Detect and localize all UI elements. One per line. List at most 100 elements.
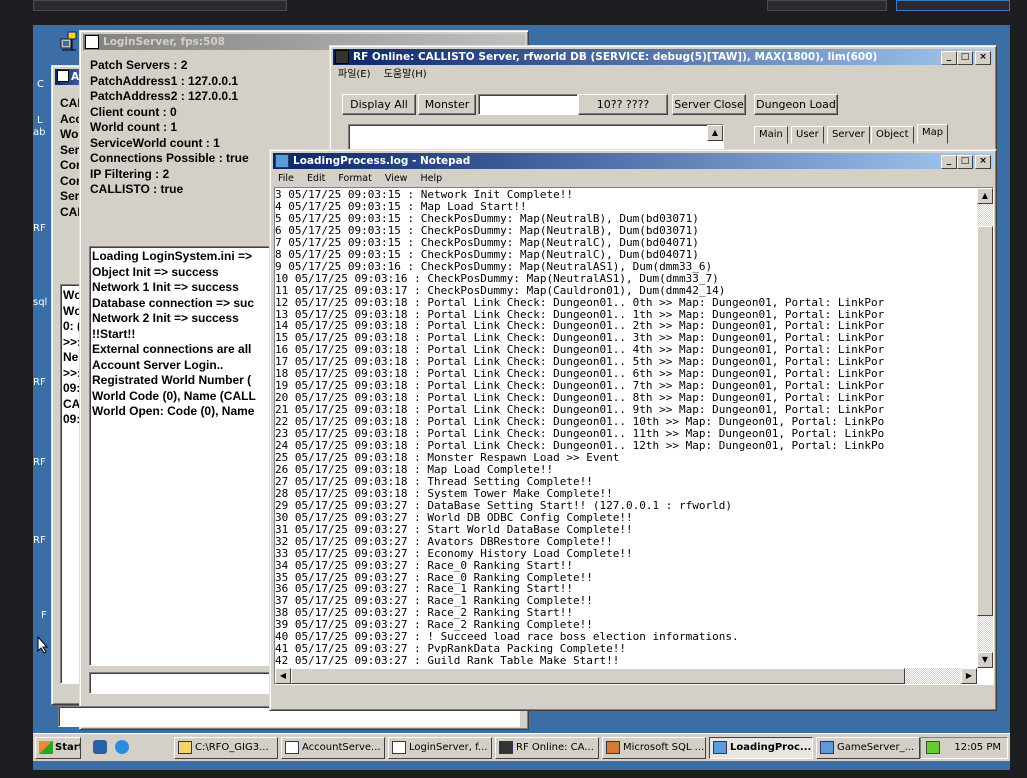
log-line: External connections are all: [92, 342, 252, 356]
rf-app-icon: [335, 50, 349, 64]
browser-icon[interactable]: [115, 740, 129, 754]
task-login-server[interactable]: LoginServer, f...: [388, 737, 492, 759]
dungeon-load-button[interactable]: Dungeon Load: [754, 94, 838, 115]
login-server-log[interactable]: Loading LoginSystem.ini => Object Init =…: [89, 246, 289, 666]
notepad-icon: [275, 154, 289, 168]
tab-main[interactable]: Main: [754, 126, 788, 144]
clock[interactable]: 12:05 PM: [954, 742, 1001, 753]
rf-app-icon: [499, 741, 513, 754]
log-line: 29 05/17/25 09:03:27 : DataBase Setting …: [275, 498, 732, 512]
task-notepad[interactable]: LoadingProc...: [709, 737, 813, 759]
start-button[interactable]: Start: [35, 737, 81, 759]
maximize-icon[interactable]: □: [957, 51, 973, 65]
task-label: RF Online: CA...: [516, 742, 594, 753]
close-icon[interactable]: ×: [975, 51, 991, 65]
info-line: IP Filtering : 2: [90, 166, 170, 181]
info-line: ServiceWorld count : 1: [90, 135, 220, 150]
tab-user[interactable]: User: [791, 126, 824, 144]
host-button-primary[interactable]: [896, 0, 1010, 11]
notepad-menu-bar: File Edit Format View Help: [273, 170, 993, 187]
tray-app-icon[interactable]: [926, 741, 940, 754]
host-button[interactable]: [767, 0, 887, 11]
log-line: Object Init => success: [92, 264, 219, 279]
desktop: C L ab RF sql RF RF RF F Ac CAL Acc Wo S…: [33, 25, 1010, 770]
log-line: Database connection => suc: [92, 295, 255, 310]
log-line: Registrated World Number (: [92, 373, 252, 387]
rf-server-title: RF Online: CALLISTO Server, rfworld DB (…: [353, 51, 878, 63]
minimize-icon[interactable]: _: [941, 51, 957, 65]
log-line: 11 05/17/25 09:03:17 : CheckPosDummy: Ma…: [275, 283, 726, 297]
tab-object[interactable]: Object: [871, 126, 914, 144]
task-label: Microsoft SQL ...: [623, 742, 705, 753]
close-icon[interactable]: ×: [975, 155, 991, 169]
task-sql-server[interactable]: Microsoft SQL ...: [602, 737, 706, 759]
desktop-icon-label[interactable]: RF: [33, 223, 46, 234]
server-close-button[interactable]: Server Close: [672, 94, 746, 115]
log-text: 3 05/17/25 09:03:15 : Network Init Compl…: [275, 189, 884, 667]
desktop-icon-label[interactable]: RF: [33, 377, 46, 388]
log-line: 34 05/17/25 09:03:27 : Race_0 Ranking St…: [275, 558, 574, 572]
log-line: World Open: Code (0), Name: [92, 404, 255, 418]
login-server-info: Patch Servers : 2 PatchAddress1 : 127.0.…: [90, 58, 249, 198]
unknown-button[interactable]: 10?? ????: [578, 94, 668, 115]
task-label: LoadingProc...: [730, 742, 812, 753]
show-desktop-icon[interactable]: [93, 740, 107, 754]
maximize-icon[interactable]: □: [957, 155, 973, 169]
log-line: 42 05/17/25 09:03:27 : Guild Rank Table …: [275, 654, 620, 668]
desktop-icon-label[interactable]: RF: [33, 535, 46, 546]
tab-map[interactable]: Map: [917, 124, 949, 144]
vertical-scrollbar[interactable]: ▲ ▼: [977, 188, 993, 668]
task-explorer[interactable]: C:\RFO_GIG3...: [174, 737, 278, 759]
start-label: Start: [55, 742, 81, 753]
command-input[interactable]: [478, 94, 578, 115]
horizontal-scrollbar[interactable]: ◀ ▶: [275, 668, 977, 684]
system-tray: 12:05 PM: [920, 737, 1008, 759]
desktop-icon-label[interactable]: L: [37, 115, 43, 126]
task-account-server[interactable]: AccountServe...: [281, 737, 385, 759]
log-line: Loading LoginSystem.ini =>: [92, 249, 253, 263]
log-line: 32 05/17/25 09:03:27 : Avators DBRestore…: [275, 534, 613, 548]
notepad-titlebar[interactable]: LoadingProcess.log - Notepad _ □ ×: [273, 153, 993, 169]
desktop-icon-label[interactable]: sql: [33, 297, 47, 308]
tab-server[interactable]: Server: [827, 126, 870, 144]
window-icon: [392, 741, 406, 754]
notepad-text-area[interactable]: 3 05/17/25 09:03:15 : Network Init Compl…: [274, 187, 994, 685]
display-all-button[interactable]: Display All: [342, 94, 416, 115]
task-rf-server[interactable]: RF Online: CA...: [495, 737, 599, 759]
windows-logo-icon: [39, 741, 53, 754]
scroll-up-icon[interactable]: ▲: [707, 125, 723, 141]
host-tab-strip: [33, 0, 287, 11]
network-icon[interactable]: [60, 30, 78, 52]
desktop-icon-label[interactable]: C: [37, 79, 44, 90]
scroll-thumb[interactable]: [291, 668, 905, 684]
menu-help[interactable]: 도움말(H): [384, 69, 427, 80]
monster-button[interactable]: Monster: [418, 94, 476, 115]
scroll-up-icon[interactable]: ▲: [977, 188, 993, 204]
info-line: PatchAddress1 : 127.0.0.1: [90, 73, 239, 88]
menu-edit[interactable]: Edit: [307, 173, 325, 184]
notepad-window[interactable]: LoadingProcess.log - Notepad _ □ × File …: [269, 149, 997, 711]
menu-file[interactable]: 파일(E): [338, 69, 371, 80]
scroll-left-icon[interactable]: ◀: [275, 668, 291, 684]
task-game-server[interactable]: GameServer_...: [816, 737, 920, 759]
desktop-icon-label[interactable]: RF: [33, 457, 46, 468]
taskbar: Start C:\RFO_GIG3... AccountServe... Log…: [33, 733, 1010, 761]
rf-menu-bar: 파일(E) 도움말(H): [333, 66, 993, 83]
scroll-right-icon[interactable]: ▶: [961, 668, 977, 684]
log-line: 9 05/17/25 09:03:16 : CheckPosDummy: Map…: [275, 259, 713, 273]
menu-help[interactable]: Help: [420, 173, 442, 184]
desktop-icon-label[interactable]: ab: [33, 127, 45, 138]
rf-server-titlebar[interactable]: RF Online: CALLISTO Server, rfworld DB (…: [333, 49, 993, 65]
notepad-title: LoadingProcess.log - Notepad: [293, 155, 471, 167]
minimize-icon[interactable]: _: [941, 155, 957, 169]
login-server-input[interactable]: [89, 672, 289, 694]
mouse-cursor-icon: [37, 635, 49, 657]
log-line: !!Start!!: [92, 326, 136, 341]
menu-view[interactable]: View: [385, 173, 408, 184]
log-line: Account Server Login..: [92, 357, 224, 372]
scroll-down-icon[interactable]: ▼: [977, 652, 993, 668]
menu-format[interactable]: Format: [338, 173, 371, 184]
menu-file[interactable]: File: [278, 173, 294, 184]
desktop-icon-label[interactable]: F: [41, 610, 47, 621]
scroll-thumb[interactable]: [977, 226, 993, 616]
